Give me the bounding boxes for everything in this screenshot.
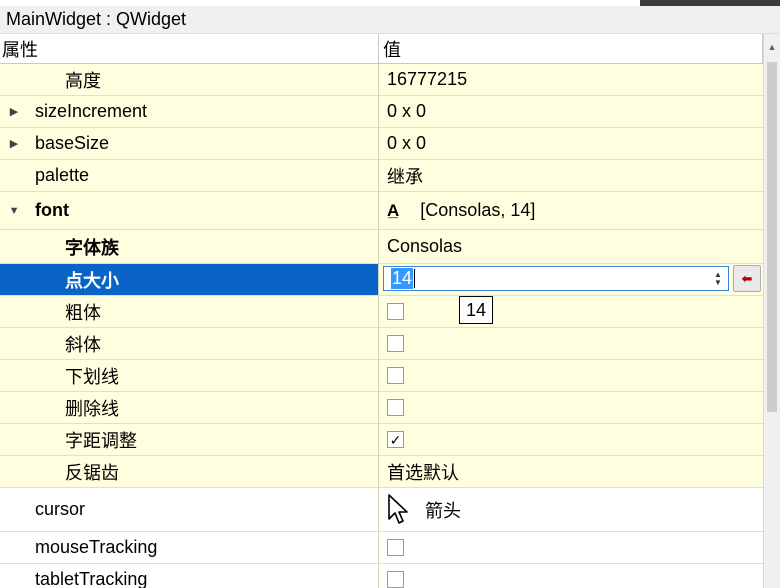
row-label: cursor: [35, 499, 86, 519]
table-row[interactable]: 字距调整 ✓: [0, 424, 763, 456]
row-label: tabletTracking: [35, 569, 148, 588]
table-row[interactable]: 粗体: [0, 296, 763, 328]
collapse-arrow-icon[interactable]: ▼: [9, 205, 20, 217]
arrow-cursor-icon: [388, 493, 408, 524]
table-row[interactable]: 字体族 Consolas: [0, 230, 763, 264]
row-label: 高度: [65, 70, 101, 91]
table-row[interactable]: 下划线: [0, 360, 763, 392]
row-label: 字体族: [65, 237, 119, 258]
strikeout-checkbox[interactable]: [387, 399, 404, 416]
window-title: MainWidget : QWidget: [0, 6, 780, 34]
row-label: 反锯齿: [65, 462, 119, 483]
row-label: 斜体: [65, 334, 101, 355]
vertical-scrollbar[interactable]: ▲: [763, 34, 780, 588]
row-label: 粗体: [65, 302, 101, 323]
spin-down-icon[interactable]: ▼: [714, 278, 722, 287]
table-row[interactable]: ▶ sizeIncrement 0 x 0: [0, 96, 763, 128]
header-value[interactable]: 值: [383, 34, 401, 64]
row-label: 下划线: [65, 366, 119, 387]
table-row[interactable]: mouseTracking: [0, 532, 763, 564]
row-value[interactable]: 0 x 0: [387, 101, 426, 122]
property-table: 高度 16777215 ▶ sizeIncrement 0 x 0 ▶ base…: [0, 64, 763, 588]
scrollbar-thumb[interactable]: [767, 62, 777, 412]
row-value[interactable]: 首选默认: [387, 459, 459, 485]
row-value[interactable]: 16777215: [387, 69, 467, 90]
row-value[interactable]: 0 x 0: [387, 133, 426, 154]
underline-checkbox[interactable]: [387, 367, 404, 384]
spin-arrows[interactable]: ▲ ▼: [710, 269, 726, 288]
row-value[interactable]: [Consolas, 14]: [420, 200, 535, 221]
table-row[interactable]: ▼ font A̲ [Consolas, 14]: [0, 192, 763, 230]
mouse-tracking-checkbox[interactable]: [387, 539, 404, 556]
row-label: 点大小: [65, 270, 119, 291]
header-property[interactable]: 属性: [2, 34, 38, 64]
row-label: palette: [35, 165, 90, 185]
reset-icon: ⬅: [741, 270, 753, 286]
row-value[interactable]: Consolas: [387, 236, 462, 257]
scroll-up-icon[interactable]: ▲: [764, 40, 780, 54]
kerning-checkbox[interactable]: ✓: [387, 431, 404, 448]
table-row[interactable]: cursor 箭头: [0, 488, 763, 532]
table-row[interactable]: 斜体: [0, 328, 763, 360]
row-label: 删除线: [65, 398, 119, 419]
value-tooltip: 14: [459, 296, 493, 324]
table-row[interactable]: ▶ baseSize 0 x 0: [0, 128, 763, 160]
table-row[interactable]: 高度 16777215: [0, 64, 763, 96]
reset-button[interactable]: ⬅: [733, 265, 761, 292]
table-row[interactable]: 删除线: [0, 392, 763, 424]
row-label: mouseTracking: [35, 537, 158, 557]
bold-checkbox[interactable]: [387, 303, 404, 320]
tablet-tracking-checkbox[interactable]: [387, 571, 404, 588]
table-header: 属性 值: [0, 34, 780, 64]
italic-checkbox[interactable]: [387, 335, 404, 352]
table-row-selected[interactable]: 点大小 14 ▲ ▼ ⬅: [0, 264, 763, 296]
font-icon: A̲: [387, 200, 399, 220]
row-value[interactable]: 箭头: [425, 497, 461, 523]
table-row[interactable]: 反锯齿 首选默认: [0, 456, 763, 488]
row-value[interactable]: 继承: [387, 163, 423, 189]
spinbox-value[interactable]: 14: [391, 268, 414, 289]
table-row[interactable]: palette 继承: [0, 160, 763, 192]
table-row[interactable]: tabletTracking: [0, 564, 763, 588]
checkmark-icon: ✓: [389, 431, 402, 448]
row-label: baseSize: [35, 133, 110, 153]
row-label: 字距调整: [65, 430, 137, 451]
row-label: sizeIncrement: [35, 101, 148, 121]
expand-arrow-icon[interactable]: ▶: [9, 106, 19, 118]
text-caret: [414, 269, 416, 288]
expand-arrow-icon[interactable]: ▶: [9, 138, 19, 150]
header-divider[interactable]: [378, 34, 379, 64]
point-size-spinbox[interactable]: 14 ▲ ▼: [383, 266, 729, 291]
row-label: font: [35, 200, 69, 220]
